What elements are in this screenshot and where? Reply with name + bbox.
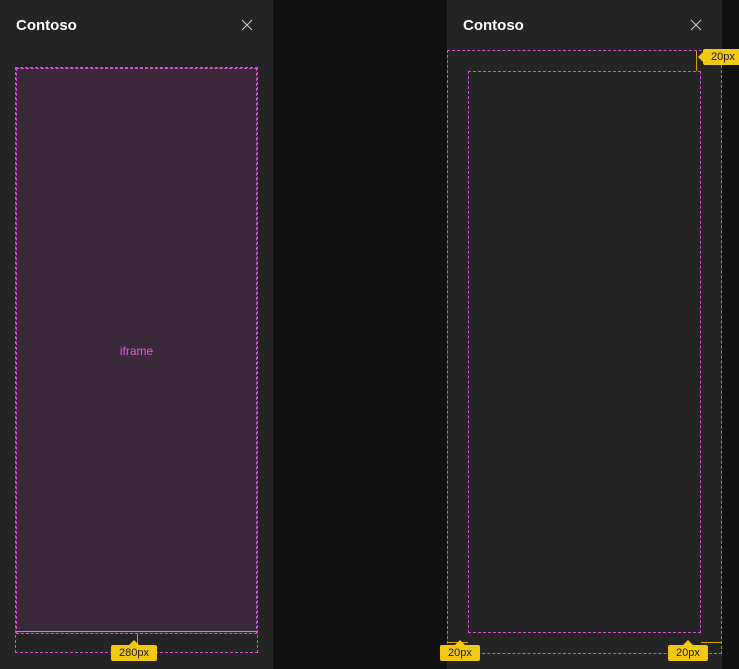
right-edge-strip — [722, 0, 739, 669]
iframe-inner-outline — [468, 71, 701, 633]
panel-title: Contoso — [463, 17, 524, 34]
margin-left-badge: 20px — [440, 645, 480, 661]
margin-top-line — [696, 51, 697, 71]
close-button[interactable] — [686, 15, 706, 35]
panel-title: Contoso — [16, 17, 77, 34]
close-icon — [241, 19, 253, 31]
iframe-label: iframe — [120, 344, 153, 358]
width-badge: 280px — [111, 645, 157, 661]
close-icon — [690, 19, 702, 31]
titlebar: Contoso — [0, 0, 273, 50]
margin-right-line — [701, 642, 721, 643]
width-measure-line — [16, 631, 257, 632]
panel-right: Contoso — [447, 0, 722, 669]
close-button[interactable] — [237, 15, 257, 35]
panel-gap — [273, 0, 447, 669]
panel-left: Contoso iframe — [0, 0, 273, 669]
margin-right-badge: 20px — [668, 645, 708, 661]
titlebar: Contoso — [447, 0, 722, 50]
margin-top-badge: 20px — [703, 49, 739, 65]
iframe-outline: iframe — [15, 67, 258, 653]
iframe-outline — [447, 50, 722, 654]
iframe-region: iframe — [16, 68, 257, 634]
